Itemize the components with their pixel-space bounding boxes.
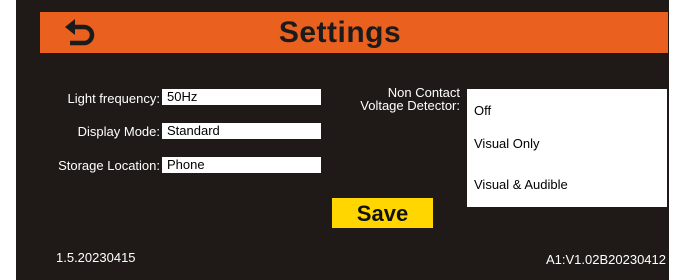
light-frequency-field[interactable]: 50Hz <box>162 89 321 105</box>
ncvd-option-visual-only[interactable]: Visual Only <box>474 136 540 151</box>
settings-screen: Settings Light frequency: 50Hz Display M… <box>0 0 680 280</box>
ncvd-label: Non Contact Voltage Detector: <box>320 86 460 112</box>
storage-location-field[interactable]: Phone <box>162 157 321 173</box>
firmware-version: A1:V1.02B20230412 <box>546 252 666 267</box>
light-frequency-label: Light frequency: <box>67 91 160 106</box>
app-version: 1.5.20230415 <box>56 250 136 265</box>
page-title: Settings <box>278 16 402 49</box>
display-mode-label: Display Mode: <box>77 124 160 139</box>
save-button[interactable]: Save <box>332 198 433 228</box>
header-bar: Settings <box>40 12 668 53</box>
ncvd-label-line2: Voltage Detector: <box>360 98 460 113</box>
ncvd-option-list: Off Visual Only Visual & Audible <box>467 89 667 207</box>
storage-location-label: Storage Location: <box>58 158 160 173</box>
ncvd-option-off[interactable]: Off <box>474 103 491 118</box>
display-mode-field[interactable]: Standard <box>162 123 321 139</box>
ncvd-option-visual-audible[interactable]: Visual & Audible <box>474 177 568 192</box>
